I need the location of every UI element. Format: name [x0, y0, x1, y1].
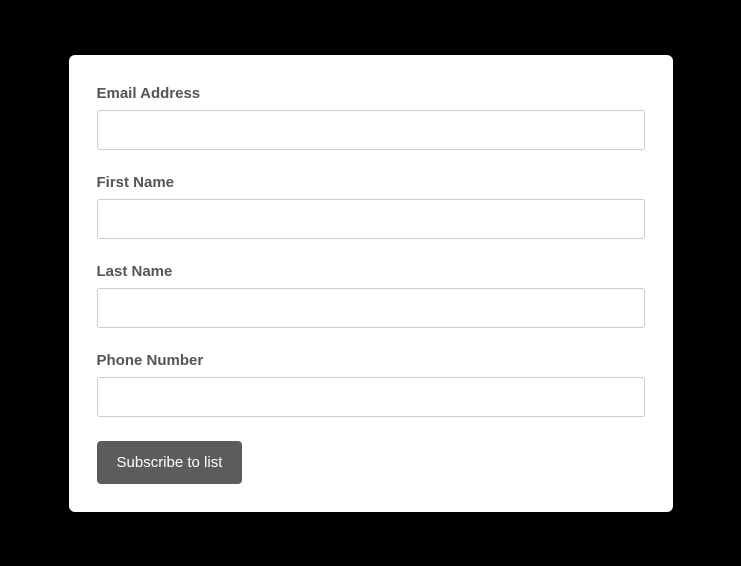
last-name-label: Last Name — [97, 263, 645, 280]
last-name-input[interactable] — [97, 288, 645, 328]
subscribe-button[interactable]: Subscribe to list — [97, 441, 243, 484]
first-name-input[interactable] — [97, 199, 645, 239]
first-name-label: First Name — [97, 174, 645, 191]
first-name-field-group: First Name — [97, 174, 645, 239]
phone-label: Phone Number — [97, 352, 645, 369]
email-label: Email Address — [97, 85, 645, 102]
last-name-field-group: Last Name — [97, 263, 645, 328]
subscription-form-card: Email Address First Name Last Name Phone… — [69, 55, 673, 512]
email-field-group: Email Address — [97, 85, 645, 150]
phone-input[interactable] — [97, 377, 645, 417]
email-input[interactable] — [97, 110, 645, 150]
phone-field-group: Phone Number — [97, 352, 645, 417]
